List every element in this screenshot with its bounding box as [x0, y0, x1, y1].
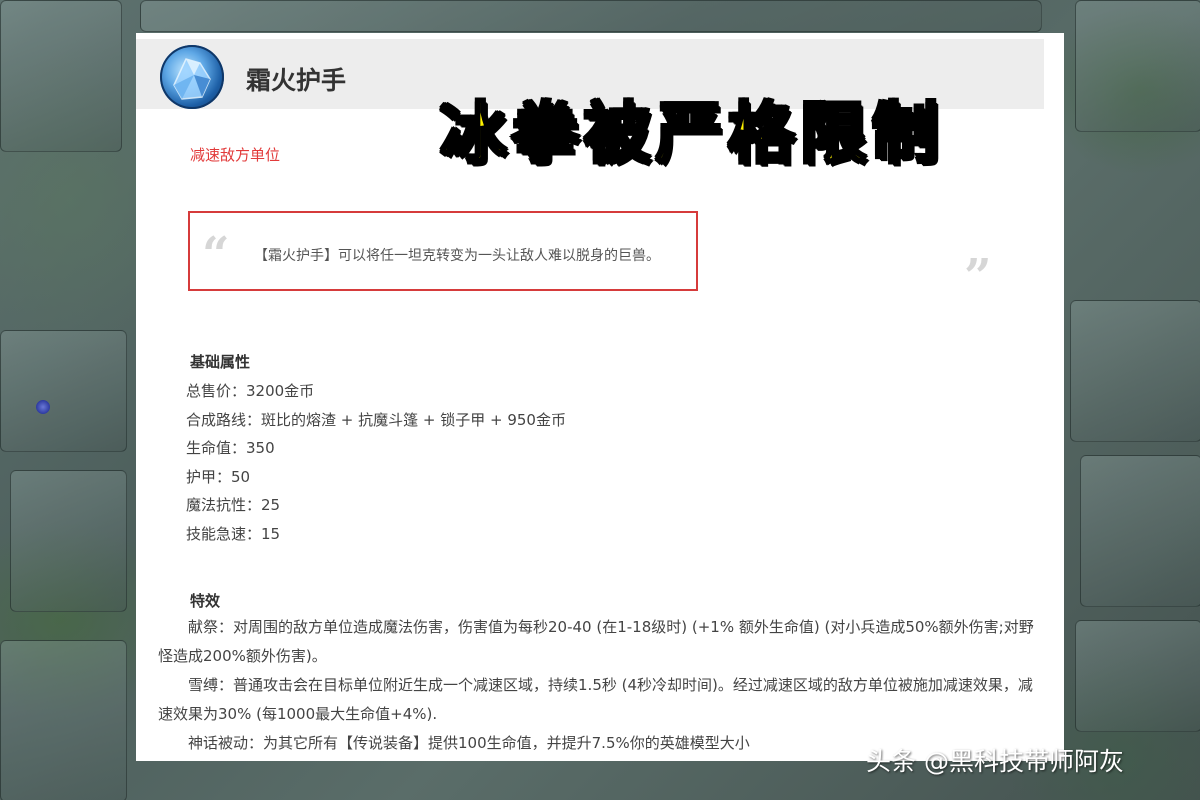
effect-paragraph: 雪缚：普通攻击会在目标单位附近生成一个减速区域，持续1.5秒 (4秒冷却时间)。…	[158, 676, 1033, 723]
stat-line: 技能急速：15	[186, 525, 281, 543]
item-quote-text: 【霜火护手】可以将任一坦克转变为一头让敌人难以脱身的巨兽。	[254, 248, 660, 264]
watermark: 头条 @黑科技带师阿灰	[866, 747, 1124, 776]
stone-slab	[0, 640, 127, 800]
effects-title: 特效	[190, 592, 221, 610]
stat-line: 护甲：50	[186, 468, 251, 486]
stone-slab	[0, 0, 122, 152]
stone-slab	[140, 0, 1042, 32]
stone-slab	[1070, 300, 1200, 442]
overlay-title: 冰拳被严格限制	[439, 94, 944, 174]
open-quote-icon: “	[202, 227, 230, 283]
stat-line: 总售价：3200金币	[186, 382, 315, 400]
item-name: 霜火护手	[246, 66, 347, 95]
item-quote-box: “ 【霜火护手】可以将任一坦克转变为一头让敌人难以脱身的巨兽。	[188, 211, 698, 291]
stone-slab	[1080, 455, 1200, 607]
stone-slab	[10, 470, 127, 612]
stone-slab	[0, 330, 127, 452]
effect-paragraph: 献祭：对周围的敌方单位造成魔法伤害，伤害值为每秒20-40 (在1-18级时) …	[158, 618, 1034, 665]
item-subtitle: 减速敌方单位	[190, 146, 281, 164]
base-stats-title: 基础属性	[190, 353, 251, 371]
stat-line: 合成路线：斑比的熔渣 + 抗魔斗篷 + 锁子甲 + 950金币	[186, 411, 566, 429]
stat-line: 生命值：350	[186, 439, 275, 457]
stone-slab	[1075, 620, 1200, 732]
blue-flower	[36, 400, 50, 414]
stat-line: 魔法抗性：25	[186, 496, 281, 514]
stone-slab	[1075, 0, 1200, 132]
close-quote-icon: ”	[964, 249, 992, 305]
frost-gauntlet-icon	[160, 45, 224, 109]
